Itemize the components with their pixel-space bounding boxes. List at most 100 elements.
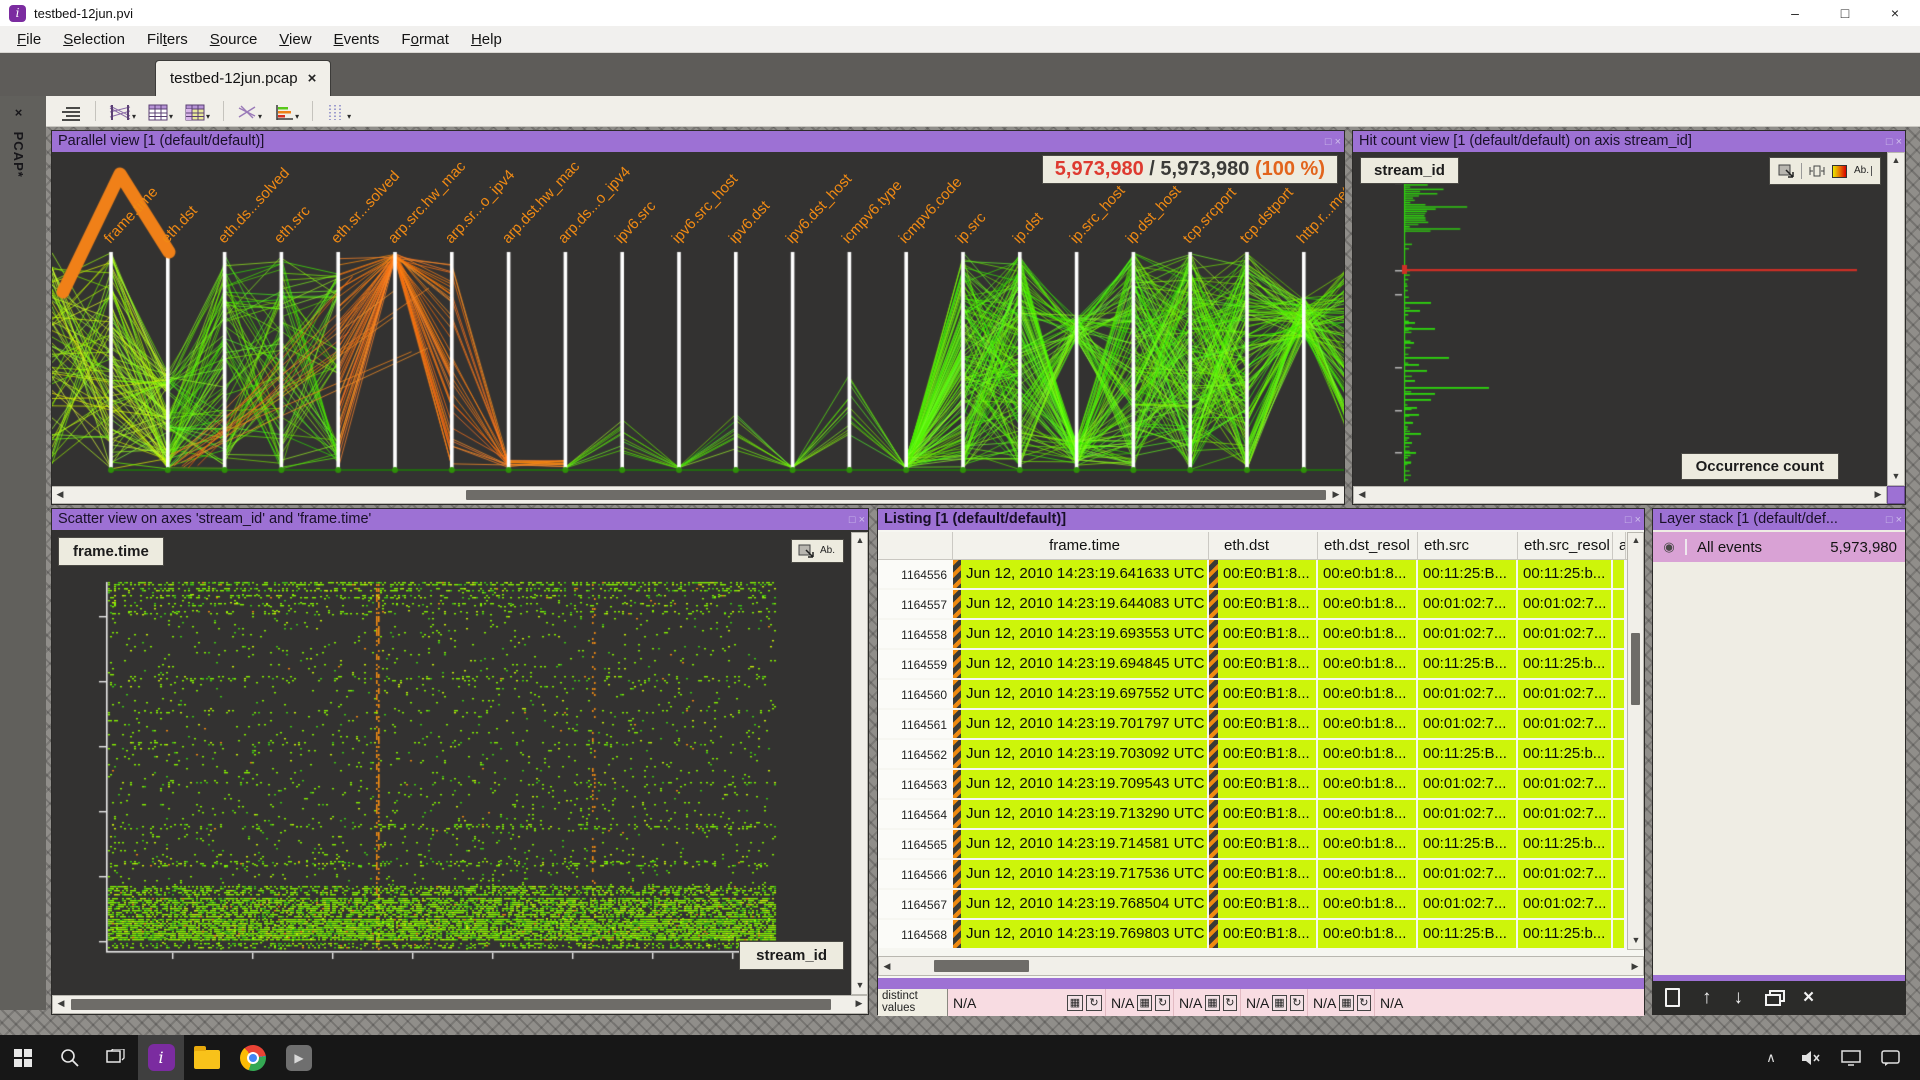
menu-file[interactable]: File	[6, 28, 52, 51]
table-row[interactable]: 1164556Jun 12, 2010 14:23:19.641633 UTC0…	[878, 560, 1629, 590]
distinct-grid-icon[interactable]: ▦	[1067, 995, 1083, 1011]
tray-volume-muted[interactable]	[1796, 1035, 1826, 1080]
label-style-icon[interactable]: Ab.	[1854, 166, 1872, 176]
panel-close-icon[interactable]: ×	[1896, 136, 1902, 148]
taskbar-app-pvi[interactable]: i	[138, 1035, 184, 1080]
table-row[interactable]: 1164567Jun 12, 2010 14:23:19.768504 UTC0…	[878, 890, 1629, 920]
scroll-right-icon[interactable]: ▶	[1870, 487, 1886, 503]
taskbar-search-button[interactable]	[46, 1035, 92, 1080]
table-row[interactable]: 1164561Jun 12, 2010 14:23:19.701797 UTC0…	[878, 710, 1629, 740]
column-view-button[interactable]: ▾	[322, 98, 355, 124]
table-row[interactable]: 1164568Jun 12, 2010 14:23:19.769803 UTC0…	[878, 920, 1629, 950]
menu-view[interactable]: View	[268, 28, 322, 51]
hit-count-view-header[interactable]: Hit count view [1 (default/default) on a…	[1353, 131, 1905, 152]
scatter-view-header[interactable]: Scatter view on axes 'stream_id' and 'fr…	[52, 509, 868, 530]
column-header-eth.src[interactable]: eth.src	[1418, 532, 1518, 559]
parallel-view-button[interactable]: ▾	[105, 98, 140, 124]
scroll-left-icon[interactable]: ◀	[1354, 487, 1370, 503]
hit-count-horizontal-scrollbar[interactable]: ◀ ▶	[1353, 486, 1887, 504]
column-header-a[interactable]: a	[1613, 532, 1626, 559]
scatter-plot[interactable]: frame.time Ab. stream_id	[52, 532, 868, 995]
distinct-refresh-icon[interactable]: ↻	[1223, 995, 1237, 1011]
distinct-refresh-icon[interactable]: ↻	[1357, 995, 1371, 1011]
parallel-horizontal-scrollbar[interactable]: ◀ ▶	[52, 486, 1344, 504]
distinct-grid-icon[interactable]: ▦	[1137, 995, 1152, 1011]
parallel-view-plot[interactable]: frame.timeeth.dsteth.ds...solvedeth.srce…	[52, 152, 1344, 486]
task-view-button[interactable]	[92, 1035, 138, 1080]
parallel-view-header[interactable]: Parallel view [1 (default/default)]	[52, 131, 1344, 152]
scrollbar-thumb[interactable]	[71, 999, 831, 1010]
scroll-left-icon[interactable]: ◀	[52, 487, 68, 503]
menu-help[interactable]: Help	[460, 28, 513, 51]
table-row[interactable]: 1164562Jun 12, 2010 14:23:19.703092 UTC0…	[878, 740, 1629, 770]
scrollbar-thumb[interactable]	[934, 960, 1029, 972]
table-row[interactable]: 1164563Jun 12, 2010 14:23:19.709543 UTC0…	[878, 770, 1629, 800]
label-style-icon[interactable]: Ab.	[820, 546, 837, 556]
panel-close-icon[interactable]: ×	[1896, 514, 1902, 526]
menu-source[interactable]: Source	[199, 28, 269, 51]
listing-horizontal-scrollbar[interactable]: ◀ ▶	[878, 956, 1644, 976]
table-row[interactable]: 1164558Jun 12, 2010 14:23:19.693553 UTC0…	[878, 620, 1629, 650]
distinct-refresh-icon[interactable]: ↻	[1290, 995, 1304, 1011]
scroll-up-icon[interactable]: ▲	[1888, 153, 1904, 169]
scroll-left-icon[interactable]: ◀	[879, 957, 895, 973]
scroll-down-icon[interactable]: ▼	[1888, 469, 1904, 485]
duplicate-layer-icon[interactable]	[1765, 994, 1781, 1006]
document-tab-close-icon[interactable]: ×	[308, 70, 317, 87]
document-tab[interactable]: testbed-12jun.pcap ×	[155, 60, 331, 96]
scroll-up-icon[interactable]: ▲	[1628, 533, 1644, 549]
scatter-vertical-scrollbar[interactable]: ▲ ▼	[851, 532, 868, 995]
styled-table-view-button[interactable]: ▾	[181, 98, 214, 124]
table-row[interactable]: 1164566Jun 12, 2010 14:23:19.717536 UTC0…	[878, 860, 1629, 890]
scatter-horizontal-scrollbar[interactable]: ◀ ▶	[52, 995, 868, 1014]
tray-hidden-icons-chevron[interactable]: ∧	[1756, 1035, 1786, 1080]
column-header-eth.dst[interactable]: eth.dst	[1218, 532, 1318, 559]
panel-popup-icon[interactable]: □	[1886, 136, 1893, 148]
export-view-icon[interactable]	[798, 544, 814, 558]
colormap-icon[interactable]	[1832, 165, 1847, 178]
close-button[interactable]: ×	[1870, 0, 1920, 26]
distinct-grid-icon[interactable]: ▦	[1272, 995, 1286, 1011]
scroll-down-icon[interactable]: ▼	[1628, 933, 1644, 949]
panel-popup-icon[interactable]: □	[1625, 514, 1632, 526]
dock-tab-close-icon[interactable]: ×	[11, 105, 26, 121]
hit-count-plot[interactable]: stream_id Ab. Occurrence count	[1353, 152, 1887, 486]
layer-stack-header[interactable]: Layer stack [1 (default/def...	[1653, 509, 1905, 530]
panel-close-icon[interactable]: ×	[1635, 514, 1641, 526]
dock-tab-pcap-label[interactable]: × PCAP*	[11, 105, 26, 178]
table-row[interactable]: 1164565Jun 12, 2010 14:23:19.714581 UTC0…	[878, 830, 1629, 860]
hit-count-vertical-scrollbar[interactable]: ▲ ▼	[1887, 152, 1905, 486]
layer-visibility-eye-icon[interactable]: ◉	[1653, 539, 1687, 555]
taskbar-file-explorer[interactable]	[184, 1035, 230, 1080]
taskbar-chrome[interactable]	[230, 1035, 276, 1080]
table-row[interactable]: 1164564Jun 12, 2010 14:23:19.713290 UTC0…	[878, 800, 1629, 830]
maximize-button[interactable]: □	[1820, 0, 1870, 26]
scatter-canvas[interactable]	[92, 576, 792, 976]
scroll-left-icon[interactable]: ◀	[53, 996, 69, 1012]
panel-popup-icon[interactable]: □	[1886, 514, 1893, 526]
scrollbar-thumb[interactable]	[466, 490, 1326, 500]
column-header-eth.dst_resol[interactable]: eth.dst_resol	[1318, 532, 1418, 559]
listing-splitter[interactable]: ...	[878, 978, 1644, 989]
panel-resize-corner[interactable]	[1887, 486, 1905, 504]
frame-time-axis-button[interactable]: frame.time	[58, 537, 164, 566]
tray-notifications[interactable]	[1876, 1035, 1906, 1080]
panel-popup-icon[interactable]: □	[849, 514, 856, 526]
menu-format[interactable]: Format	[390, 28, 460, 51]
table-row[interactable]: 1164557Jun 12, 2010 14:23:19.644083 UTC0…	[878, 590, 1629, 620]
scroll-right-icon[interactable]: ▶	[851, 996, 867, 1012]
hit-count-canvas[interactable]	[1353, 152, 1887, 486]
distinct-grid-icon[interactable]: ▦	[1339, 995, 1353, 1011]
layer-row-all-events[interactable]: ◉ All events 5,973,980	[1653, 532, 1905, 562]
delete-layer-icon[interactable]: ×	[1803, 988, 1814, 1007]
listing-vertical-scrollbar[interactable]: ▲ ▼	[1627, 532, 1644, 950]
column-header-frame.time[interactable]: frame.time	[961, 532, 1209, 559]
stream-id-axis-button[interactable]: stream_id	[1360, 157, 1459, 184]
scatter-view-button[interactable]: ▾	[233, 98, 266, 124]
move-layer-up-icon[interactable]: ↑	[1702, 988, 1712, 1007]
panel-close-icon[interactable]: ×	[1335, 136, 1341, 148]
distinct-grid-icon[interactable]: ▦	[1205, 995, 1219, 1011]
export-view-icon[interactable]	[1778, 164, 1794, 178]
panel-popup-icon[interactable]: □	[1325, 136, 1332, 148]
tray-display-icon[interactable]	[1836, 1035, 1866, 1080]
